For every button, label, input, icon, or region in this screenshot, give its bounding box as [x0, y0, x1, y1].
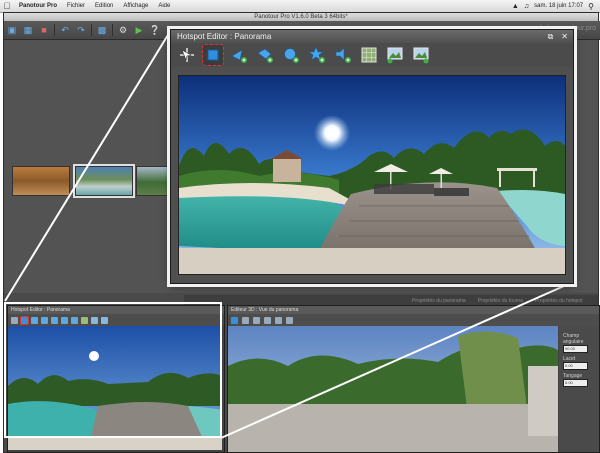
- view-3d-panel: Editeur 3D : Vue du panorama Champ angul…: [227, 305, 600, 453]
- rectangle-select-tool-icon[interactable]: [202, 44, 224, 66]
- image-next-icon[interactable]: [411, 45, 431, 65]
- panorama-thumbnail[interactable]: [12, 166, 70, 196]
- add-panorama-icon[interactable]: ▦: [22, 24, 34, 36]
- pergola-post: [499, 171, 501, 187]
- lounge-chairs: [434, 188, 469, 196]
- view-willow: [458, 331, 528, 416]
- menu-help[interactable]: Aide: [153, 3, 175, 9]
- tab-tour-properties[interactable]: Propriétés du tourna: [478, 298, 523, 304]
- view-3d-settings: Champ angulaire 90.00 Lacet 0.00 Tangage…: [559, 326, 599, 452]
- add-arrow-hotspot-icon[interactable]: [229, 45, 249, 65]
- panorama-thumbnail[interactable]: [136, 166, 174, 196]
- select-tool-icon[interactable]: [11, 316, 18, 324]
- add-arrow-hotspot-icon[interactable]: [31, 316, 38, 324]
- lounge-chairs: [374, 184, 434, 194]
- view-3d-toolbar: [228, 314, 599, 326]
- fov-input[interactable]: 90.00: [563, 345, 588, 353]
- hotspot-editor-title: Hotspot Editor : Panorama: [177, 32, 272, 41]
- ground: [179, 248, 565, 274]
- house: [273, 158, 301, 182]
- add-polygon-hotspot-icon[interactable]: [41, 316, 48, 324]
- menu-edit[interactable]: Edition: [90, 3, 118, 9]
- zoom-icon[interactable]: [242, 316, 249, 324]
- panorama-thumbnail-selected[interactable]: [73, 164, 135, 198]
- add-circle-hotspot-icon[interactable]: [51, 316, 58, 324]
- close-icon[interactable]: ✕: [561, 30, 568, 43]
- image-icon[interactable]: [275, 316, 282, 324]
- add-sound-hotspot-icon[interactable]: [71, 316, 78, 324]
- redo-icon[interactable]: ↷: [75, 24, 87, 36]
- image-add-icon[interactable]: [286, 316, 293, 324]
- menu-file[interactable]: Fichier: [62, 3, 90, 9]
- yaw-input[interactable]: 0.00: [563, 362, 588, 370]
- tab-panorama-properties[interactable]: Propriétés du panorama: [412, 298, 466, 304]
- pitch-label: Tangage: [563, 373, 583, 379]
- rect-tool-icon[interactable]: [231, 316, 238, 324]
- export-icon[interactable]: ▩: [96, 24, 108, 36]
- menu-app-name[interactable]: Panotour Pro: [14, 3, 62, 9]
- hotspot-editor-panel-toolbar: [8, 314, 224, 326]
- mini-sun: [89, 351, 99, 361]
- window-title: Panotour Pro V1.6.0 Beta 3 64bits*: [4, 13, 598, 21]
- volume-icon[interactable]: ♫: [524, 3, 529, 10]
- new-project-icon[interactable]: ▣: [6, 24, 18, 36]
- settings-gear-icon[interactable]: ⚙: [117, 24, 129, 36]
- image-add-icon[interactable]: [101, 316, 108, 324]
- toolbar-divider: [91, 24, 92, 36]
- fit-icon[interactable]: [264, 316, 271, 324]
- rect-tool-icon[interactable]: [20, 315, 29, 325]
- remove-icon[interactable]: ■: [38, 24, 50, 36]
- undo-icon[interactable]: ↶: [59, 24, 71, 36]
- grid-icon[interactable]: [81, 316, 88, 324]
- view-building: [528, 366, 558, 436]
- apple-menu-icon[interactable]: : [0, 1, 14, 11]
- pergola-post: [533, 171, 535, 187]
- pan-icon[interactable]: [253, 316, 260, 324]
- add-star-hotspot-icon[interactable]: [61, 316, 68, 324]
- tab-hotspot-properties[interactable]: Propriétés du hotspot: [535, 298, 583, 304]
- hotspot-editor-titlebar[interactable]: Hotspot Editor : Panorama ⧉ ✕: [171, 30, 573, 43]
- fov-label: Champ angulaire: [563, 333, 584, 345]
- add-star-hotspot-icon[interactable]: [307, 45, 327, 65]
- view-3d-title: Editeur 3D : Vue du panorama: [228, 306, 599, 314]
- mini-panorama-view[interactable]: [8, 326, 222, 450]
- sun-core: [327, 128, 337, 138]
- image-icon[interactable]: [91, 316, 98, 324]
- parasol-pole: [440, 174, 442, 188]
- menu-view[interactable]: Affichage: [118, 3, 153, 9]
- detach-window-icon[interactable]: ⧉: [548, 30, 554, 43]
- add-sound-hotspot-icon[interactable]: [333, 45, 353, 65]
- toolbar-divider: [112, 24, 113, 36]
- build-play-icon[interactable]: ▶: [133, 24, 145, 36]
- pitch-input[interactable]: 0.00: [563, 379, 588, 387]
- help-icon[interactable]: ❔: [149, 24, 161, 36]
- mini-ground: [8, 436, 222, 450]
- select-move-tool-icon[interactable]: [177, 45, 197, 65]
- wifi-icon[interactable]: ▲: [512, 3, 519, 10]
- hotspot-editor-window: Hotspot Editor : Panorama ⧉ ✕: [170, 29, 574, 284]
- add-circle-hotspot-icon[interactable]: [281, 45, 301, 65]
- hotspot-editor-panel: Hotspot Editor : Panorama: [7, 305, 225, 453]
- panorama-canvas[interactable]: [178, 75, 566, 275]
- clock[interactable]: sam. 18 juin 17:07: [534, 3, 583, 9]
- pergola: [497, 168, 537, 171]
- add-polygon-hotspot-icon[interactable]: [255, 45, 275, 65]
- view-3d-render[interactable]: [228, 326, 558, 452]
- toolbar-divider: [54, 24, 55, 36]
- spotlight-search-icon[interactable]: ⚲: [588, 2, 594, 11]
- hotspot-editor-panel-title: Hotspot Editor : Panorama: [8, 306, 224, 314]
- image-previous-icon[interactable]: [385, 45, 405, 65]
- view-deck: [228, 404, 558, 452]
- grid-overlay-icon[interactable]: [359, 45, 379, 65]
- hotspot-editor-toolbar: [171, 43, 573, 67]
